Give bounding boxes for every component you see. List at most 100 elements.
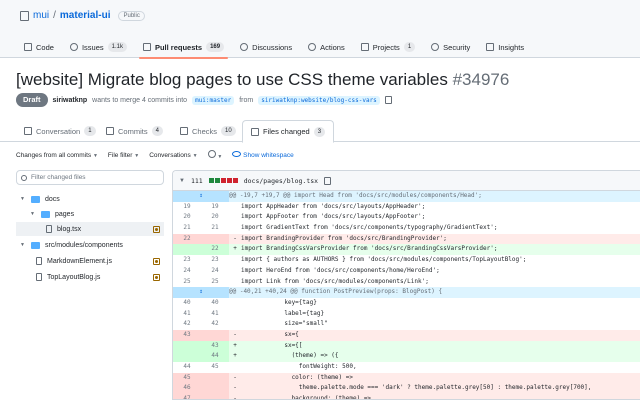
nav-issues[interactable]: Issues 1.1k xyxy=(62,36,135,58)
old-line-number[interactable]: 20 xyxy=(173,212,201,223)
new-line-number[interactable]: 44 xyxy=(201,351,229,362)
tab-commits[interactable]: Commits 4 xyxy=(98,120,171,142)
pull-request-icon xyxy=(142,43,151,51)
filter-files-input[interactable] xyxy=(31,174,151,181)
expand-icon[interactable]: ↕ xyxy=(173,287,229,298)
old-line-number[interactable]: 24 xyxy=(173,266,201,277)
old-line-number[interactable]: 47 xyxy=(173,394,201,399)
new-line-number[interactable]: 23 xyxy=(201,255,229,266)
diff-settings-button[interactable]: ▼ xyxy=(207,150,222,160)
pr-author-link[interactable]: siriwatknp xyxy=(53,97,88,104)
tree-file-blog[interactable]: blog.tsx xyxy=(16,222,164,236)
new-line-number[interactable] xyxy=(201,372,229,384)
old-line-number[interactable]: 44 xyxy=(173,362,201,373)
file-filter-dropdown[interactable]: File filter ▼ xyxy=(108,152,139,159)
pr-from-text: from xyxy=(239,96,254,104)
diff-line: 21 21 import GradientText from 'docs/src/c… xyxy=(173,223,640,234)
diff-marker xyxy=(229,255,241,266)
nav-projects-label: Projects xyxy=(372,42,400,52)
new-line-number[interactable]: 19 xyxy=(201,202,229,213)
show-whitespace-link[interactable]: Show whitespace xyxy=(232,151,294,159)
nav-pull-requests-label: Pull requests xyxy=(154,42,203,52)
tree-folder-components[interactable]: ▼ src/modules/components xyxy=(16,238,164,252)
expand-icon[interactable]: ↕ xyxy=(173,191,229,202)
new-line-number[interactable]: 43 xyxy=(201,340,229,352)
old-line-number[interactable] xyxy=(173,351,201,362)
diff-line: 45 - color: (theme) => xyxy=(173,372,640,384)
conversations-dropdown[interactable]: Conversations ▼ xyxy=(149,152,197,159)
copy-icon[interactable] xyxy=(324,176,332,185)
nav-projects[interactable]: Projects 1 xyxy=(353,36,423,58)
diff-marker xyxy=(229,309,241,320)
base-branch[interactable]: mui:master xyxy=(192,95,235,105)
new-line-number[interactable]: 42 xyxy=(201,319,229,330)
nav-code[interactable]: Code xyxy=(16,36,62,58)
chevron-down-icon[interactable]: ▼ xyxy=(179,178,185,184)
old-line-number[interactable] xyxy=(173,340,201,352)
nav-pull-requests[interactable]: Pull requests 169 xyxy=(135,36,232,59)
new-line-number[interactable]: 41 xyxy=(201,309,229,320)
nav-security[interactable]: Security xyxy=(423,36,478,58)
old-line-number[interactable]: 21 xyxy=(173,223,201,234)
tree-file-markdown-element[interactable]: MarkdownElement.js xyxy=(16,254,164,268)
head-branch[interactable]: siriwatknp:website/blog-css-vars xyxy=(258,95,380,105)
old-line-number[interactable]: 19 xyxy=(173,202,201,213)
old-line-number[interactable]: 43 xyxy=(173,329,201,341)
old-line-number[interactable]: 46 xyxy=(173,383,201,395)
old-line-number[interactable]: 25 xyxy=(173,277,201,288)
copy-icon[interactable] xyxy=(384,96,392,104)
tab-files-changed[interactable]: Files changed 3 xyxy=(242,120,335,143)
diff-file-path[interactable]: docs/pages/blog.tsx xyxy=(244,177,318,185)
tab-checks-label: Checks xyxy=(192,126,218,136)
new-line-number[interactable]: 21 xyxy=(201,223,229,234)
draft-badge: Draft xyxy=(16,93,48,107)
tab-conversation[interactable]: Conversation 1 xyxy=(16,120,104,142)
old-line-number[interactable]: 41 xyxy=(173,309,201,320)
file-icon xyxy=(36,273,42,281)
old-line-number[interactable]: 40 xyxy=(173,298,201,309)
nav-projects-count: 1 xyxy=(403,42,416,52)
tab-checks[interactable]: Checks 10 xyxy=(172,120,244,142)
new-line-number[interactable] xyxy=(201,394,229,399)
hunk-text: @@ -19,7 +19,7 @@ import Head from 'docs… xyxy=(229,192,482,199)
comment-icon xyxy=(24,127,32,135)
new-line-number[interactable]: 45 xyxy=(201,362,229,373)
old-line-number[interactable]: 45 xyxy=(173,372,201,384)
old-line-number[interactable]: 23 xyxy=(173,255,201,266)
tree-folder-docs[interactable]: ▼ docs xyxy=(16,192,164,206)
diff-line: 47 - background: (theme) => xyxy=(173,394,640,400)
repo-name-link[interactable]: material-ui xyxy=(60,10,111,21)
new-line-number[interactable]: 20 xyxy=(201,212,229,223)
stat-add-block xyxy=(208,178,214,183)
nav-actions[interactable]: Actions xyxy=(300,36,353,58)
table-icon xyxy=(360,43,369,51)
tab-checks-count: 10 xyxy=(221,126,236,136)
new-line-number[interactable] xyxy=(201,329,229,341)
gear-icon xyxy=(207,150,216,158)
diff-line: 44 + (theme) => ({ xyxy=(173,351,640,362)
code-text: import BrandingCssVarsProvider from 'doc… xyxy=(241,245,498,253)
play-icon xyxy=(308,43,317,51)
code-text: theme.palette.mode === 'dark' ? theme.pa… xyxy=(241,384,592,392)
repo-owner-link[interactable]: mui xyxy=(33,10,49,21)
tree-folder-pages[interactable]: ▼ pages xyxy=(16,207,164,221)
new-line-number[interactable]: 40 xyxy=(201,298,229,309)
diff-marker: - xyxy=(233,395,237,400)
changes-from-dropdown[interactable]: Changes from all commits ▼ xyxy=(16,152,98,159)
new-line-number[interactable]: 22 xyxy=(201,244,229,256)
diff-toolbar: Changes from all commits ▼ File filter ▼… xyxy=(16,148,294,162)
tree-file-top-layout-blog[interactable]: TopLayoutBlog.js xyxy=(16,270,164,284)
nav-insights[interactable]: Insights xyxy=(478,36,532,58)
new-line-number[interactable]: 25 xyxy=(201,277,229,288)
diff-hunk-header[interactable]: ↕ @@ -40,21 +40,24 @@ function PostPrevie… xyxy=(173,287,640,298)
old-line-number[interactable]: 42 xyxy=(173,319,201,330)
new-line-number[interactable] xyxy=(201,383,229,395)
new-line-number[interactable]: 24 xyxy=(201,266,229,277)
old-line-number[interactable] xyxy=(173,244,201,256)
old-line-number[interactable]: 22 xyxy=(173,233,201,245)
repo-icon xyxy=(20,10,29,21)
new-line-number[interactable] xyxy=(201,233,229,245)
nav-discussions[interactable]: Discussions xyxy=(232,36,300,58)
diff-hunk-header[interactable]: ↕ @@ -19,7 +19,7 @@ import Head from 'doc… xyxy=(173,191,640,202)
diff-marker xyxy=(229,266,241,277)
